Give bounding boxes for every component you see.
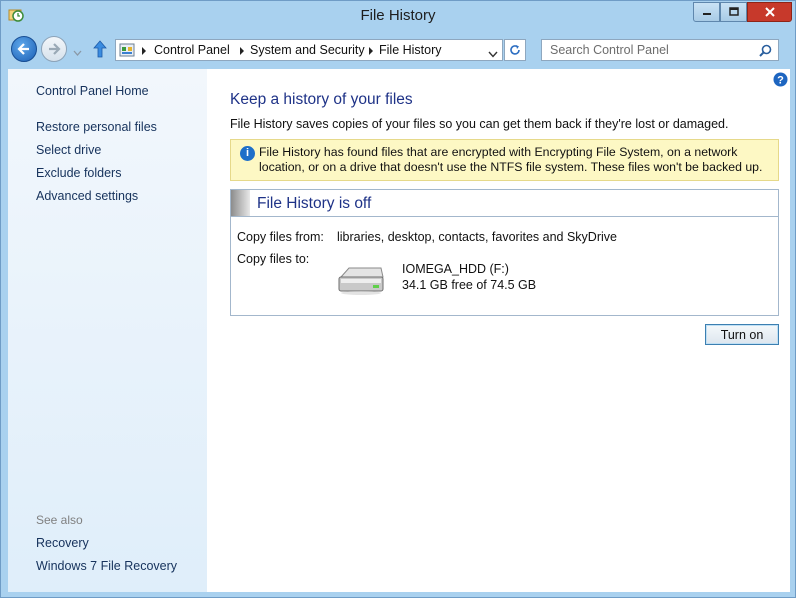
minimize-button[interactable]: [693, 2, 720, 22]
search-input[interactable]: [542, 40, 752, 60]
exclude-folders-link[interactable]: Exclude folders: [36, 166, 121, 180]
status-title: File History is off: [257, 195, 372, 212]
back-button[interactable]: [11, 36, 37, 62]
minimize-icon: [702, 13, 711, 15]
breadcrumb-system-security[interactable]: System and Security: [250, 43, 365, 57]
navigation-bar: Control Panel System and Security File H…: [1, 31, 795, 69]
refresh-button[interactable]: [504, 39, 526, 61]
svg-text:?: ?: [777, 75, 784, 87]
warning-infobar: i File History has found files that are …: [230, 139, 779, 181]
turn-on-button[interactable]: Turn on: [705, 324, 779, 345]
search-icon[interactable]: [759, 44, 772, 60]
status-panel: File History is off Copy files from: lib…: [230, 189, 779, 316]
select-drive-link[interactable]: Select drive: [36, 143, 101, 157]
page-description: File History saves copies of your files …: [230, 117, 729, 131]
copy-from-label: Copy files from:: [237, 230, 324, 244]
drive-name: IOMEGA_HDD (F:): [402, 262, 509, 276]
file-history-window: File History Control Panel System and Se…: [0, 0, 796, 598]
breadcrumb-separator[interactable]: [142, 47, 146, 55]
back-arrow-icon: [17, 43, 29, 55]
recovery-link[interactable]: Recovery: [36, 536, 89, 550]
address-dropdown[interactable]: [488, 47, 498, 61]
maximize-button[interactable]: [720, 2, 747, 22]
breadcrumb-file-history[interactable]: File History: [379, 43, 442, 57]
forward-button[interactable]: [41, 36, 67, 62]
control-panel-home-link[interactable]: Control Panel Home: [36, 84, 149, 98]
recent-pages-dropdown[interactable]: [73, 45, 82, 59]
close-icon: [764, 7, 775, 17]
title-bar[interactable]: File History: [1, 1, 795, 31]
chevron-down-icon: [488, 51, 498, 58]
up-arrow-icon: [93, 40, 107, 58]
info-icon: i: [240, 146, 255, 161]
control-panel-icon: [119, 42, 135, 61]
breadcrumb-separator[interactable]: [369, 47, 373, 55]
status-stripe: [231, 190, 250, 216]
hard-drive-icon: [337, 265, 385, 298]
restore-personal-files-link[interactable]: Restore personal files: [36, 120, 157, 134]
status-header: File History is off: [231, 190, 778, 217]
main-content: ? Keep a history of your files File Hist…: [207, 69, 790, 592]
page-title: Keep a history of your files: [230, 91, 413, 108]
maximize-icon: [728, 7, 739, 16]
close-button[interactable]: [747, 2, 792, 22]
window-title: File History: [360, 7, 436, 24]
forward-arrow-icon: [49, 43, 61, 55]
up-button[interactable]: [92, 40, 108, 61]
help-icon[interactable]: ?: [773, 72, 788, 87]
breadcrumb-separator[interactable]: [240, 47, 244, 55]
advanced-settings-link[interactable]: Advanced settings: [36, 189, 138, 203]
warning-text: File History has found files that are en…: [259, 145, 763, 174]
copy-from-value: libraries, desktop, contacts, favorites …: [337, 230, 617, 244]
see-also-heading: See also: [36, 513, 83, 527]
breadcrumb-control-panel[interactable]: Control Panel: [154, 43, 230, 57]
refresh-icon: [510, 45, 520, 55]
search-box[interactable]: [541, 39, 779, 61]
task-pane: Control Panel Home Restore personal file…: [8, 69, 207, 592]
chevron-down-icon: [73, 50, 82, 56]
copy-to-label: Copy files to:: [237, 252, 310, 266]
drive-free-space: 34.1 GB free of 74.5 GB: [402, 278, 537, 292]
windows-7-file-recovery-link[interactable]: Windows 7 File Recovery: [36, 559, 177, 573]
address-bar[interactable]: Control Panel System and Security File H…: [115, 39, 503, 61]
